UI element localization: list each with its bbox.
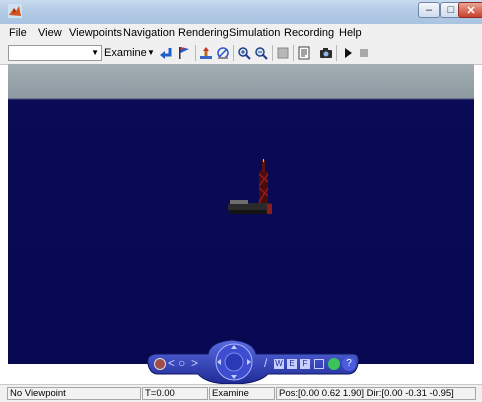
3d-viewport[interactable] bbox=[8, 64, 474, 364]
window-title bbox=[32, 5, 292, 17]
toolbar-separator bbox=[272, 45, 273, 61]
examine-mode-button[interactable]: E bbox=[287, 359, 297, 369]
toolbar-separator bbox=[233, 45, 234, 61]
play-button[interactable] bbox=[340, 45, 356, 61]
status-time: T=0.00 bbox=[142, 387, 208, 400]
viewpoint-icon[interactable] bbox=[314, 359, 324, 369]
crane-model bbox=[228, 159, 272, 214]
flag-icon bbox=[179, 47, 189, 59]
matlab-icon bbox=[8, 4, 22, 18]
status-mode: Examine bbox=[209, 387, 275, 400]
title-bar: – □ ✕ bbox=[0, 0, 482, 24]
toolbar-separator bbox=[195, 45, 196, 61]
undo-move-button[interactable] bbox=[158, 45, 174, 61]
undo-arrow-icon bbox=[160, 48, 172, 59]
straighten-icon bbox=[200, 47, 212, 59]
wireframe-button[interactable] bbox=[275, 45, 291, 61]
scene-model bbox=[228, 159, 272, 214]
zoom-fit-button[interactable] bbox=[215, 45, 231, 61]
toolbar-separator bbox=[293, 45, 294, 61]
menu-simulation[interactable]: Simulation bbox=[229, 27, 280, 39]
menu-recording[interactable]: Recording bbox=[284, 27, 334, 39]
zoom-out-icon bbox=[255, 47, 268, 60]
toolbar: ▼ Examine ▼ bbox=[0, 42, 482, 65]
status-position: Pos:[0.00 0.62 1.90] Dir:[0.00 -0.31 -0.… bbox=[276, 387, 476, 400]
headlight-icon[interactable] bbox=[328, 358, 340, 370]
go-home-button[interactable] bbox=[176, 45, 192, 61]
help-icon[interactable]: ? bbox=[342, 357, 356, 371]
wireframe-icon bbox=[277, 47, 289, 59]
stop-button[interactable] bbox=[356, 45, 372, 61]
close-button[interactable]: ✕ bbox=[458, 2, 482, 18]
nav-panel-frame bbox=[147, 339, 359, 384]
navigation-panel: < ○ > / W E F ? bbox=[8, 336, 474, 384]
fly-mode-button[interactable]: F bbox=[300, 359, 310, 369]
maximize-icon: □ bbox=[447, 4, 455, 16]
properties-button[interactable] bbox=[296, 45, 312, 61]
toolbar-separator bbox=[336, 45, 337, 61]
straighten-button[interactable] bbox=[198, 45, 214, 61]
status-bar: No Viewpoint T=0.00 Examine Pos:[0.00 0.… bbox=[0, 384, 482, 402]
menu-bar: File View Viewpoints Navigation Renderin… bbox=[0, 24, 482, 42]
play-icon bbox=[345, 48, 352, 58]
rotate-right-icon[interactable]: > bbox=[191, 357, 203, 369]
camera-icon bbox=[320, 48, 332, 58]
status-viewpoint: No Viewpoint bbox=[7, 387, 141, 400]
close-nav-icon[interactable] bbox=[154, 358, 166, 370]
menu-file[interactable]: File bbox=[9, 27, 27, 39]
zoom-fit-icon bbox=[217, 47, 229, 59]
zoom-in-icon bbox=[238, 47, 251, 60]
menu-help[interactable]: Help bbox=[339, 27, 362, 39]
orbit-icon[interactable]: ○ bbox=[178, 357, 192, 369]
walk-mode-button[interactable]: W bbox=[274, 359, 284, 369]
menu-navigation[interactable]: Navigation bbox=[123, 27, 175, 39]
chevron-down-icon[interactable]: ▼ bbox=[145, 45, 157, 61]
capture-frame-button[interactable] bbox=[318, 45, 334, 61]
stop-icon bbox=[360, 49, 368, 57]
menu-rendering[interactable]: Rendering bbox=[178, 27, 229, 39]
navigation-mode-select[interactable]: Examine bbox=[104, 47, 147, 59]
page-icon bbox=[298, 46, 310, 60]
minimize-button[interactable]: – bbox=[418, 2, 440, 18]
viewpoint-select[interactable]: ▼ bbox=[8, 45, 102, 61]
zoom-in-button[interactable] bbox=[236, 45, 252, 61]
chevron-down-icon: ▼ bbox=[91, 48, 99, 57]
menu-viewpoints[interactable]: Viewpoints bbox=[69, 27, 122, 39]
zoom-out-button[interactable] bbox=[253, 45, 269, 61]
close-icon: ✕ bbox=[466, 4, 476, 17]
minimize-icon: – bbox=[425, 4, 433, 16]
menu-view[interactable]: View bbox=[38, 27, 62, 39]
